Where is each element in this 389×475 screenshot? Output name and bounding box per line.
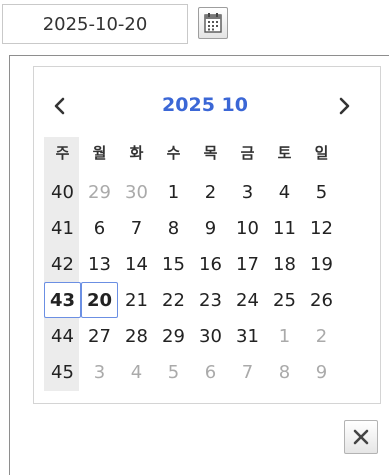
- next-month-button[interactable]: [332, 92, 356, 120]
- week-number: 45: [51, 361, 74, 383]
- week-number: 44: [51, 325, 74, 347]
- day-cell[interactable]: 17: [229, 246, 266, 282]
- week-number: 41: [51, 217, 74, 239]
- day-cell[interactable]: 9: [192, 210, 229, 246]
- chevron-right-icon: [339, 97, 350, 115]
- day-header: 일: [314, 143, 329, 162]
- day-cell[interactable]: 6: [81, 210, 118, 246]
- day-cell[interactable]: 21: [118, 282, 155, 318]
- day-cell[interactable]: 8: [155, 210, 192, 246]
- day-cell[interactable]: 9: [303, 354, 340, 390]
- day-header: 목: [203, 143, 218, 162]
- day-cell[interactable]: 13: [81, 246, 118, 282]
- day-cell[interactable]: 4: [118, 354, 155, 390]
- day-cell[interactable]: 18: [266, 246, 303, 282]
- calendar-icon: [204, 13, 222, 33]
- day-cell[interactable]: 28: [118, 318, 155, 354]
- week-number: 40: [51, 181, 74, 203]
- day-cell[interactable]: 15: [155, 246, 192, 282]
- day-cell[interactable]: 27: [81, 318, 118, 354]
- day-cell[interactable]: 22: [155, 282, 192, 318]
- close-button[interactable]: [344, 420, 378, 454]
- day-cell[interactable]: 1: [155, 174, 192, 210]
- day-cell[interactable]: 5: [155, 354, 192, 390]
- day-header: 수: [166, 143, 181, 162]
- day-cell[interactable]: 25: [266, 282, 303, 318]
- day-header: 금: [240, 143, 255, 162]
- day-cell[interactable]: 11: [266, 210, 303, 246]
- day-cell[interactable]: 5: [303, 174, 340, 210]
- day-cell[interactable]: 30: [118, 174, 155, 210]
- month-title[interactable]: 2025 10: [140, 91, 270, 119]
- day-cell[interactable]: 19: [303, 246, 340, 282]
- day-header: 월: [92, 143, 107, 162]
- day-cell[interactable]: 14: [118, 246, 155, 282]
- day-header: 토: [277, 143, 292, 162]
- day-cell[interactable]: 23: [192, 282, 229, 318]
- day-cell[interactable]: 12: [303, 210, 340, 246]
- calendar-button[interactable]: [198, 7, 228, 39]
- day-cell[interactable]: 4: [266, 174, 303, 210]
- day-cell-selected[interactable]: 20: [81, 282, 118, 318]
- day-cell[interactable]: 7: [118, 210, 155, 246]
- chevron-left-icon: [54, 97, 65, 115]
- week-number: 42: [51, 253, 74, 275]
- day-cell[interactable]: 16: [192, 246, 229, 282]
- day-cell[interactable]: 24: [229, 282, 266, 318]
- day-cell[interactable]: 26: [303, 282, 340, 318]
- day-cell[interactable]: 8: [266, 354, 303, 390]
- day-cell[interactable]: 2: [303, 318, 340, 354]
- day-cell[interactable]: 3: [81, 354, 118, 390]
- week-header: 주: [55, 143, 70, 162]
- day-header: 화: [129, 143, 144, 162]
- close-icon: [353, 429, 369, 445]
- day-cell[interactable]: 29: [155, 318, 192, 354]
- day-cell[interactable]: 2: [192, 174, 229, 210]
- day-cell[interactable]: 29: [81, 174, 118, 210]
- day-cell[interactable]: 6: [192, 354, 229, 390]
- day-cell[interactable]: 10: [229, 210, 266, 246]
- week-number: 43: [44, 282, 81, 318]
- prev-month-button[interactable]: [48, 92, 72, 120]
- day-cell[interactable]: 3: [229, 174, 266, 210]
- day-cell[interactable]: 1: [266, 318, 303, 354]
- day-cell[interactable]: 31: [229, 318, 266, 354]
- day-cell[interactable]: 30: [192, 318, 229, 354]
- day-cell[interactable]: 7: [229, 354, 266, 390]
- date-input[interactable]: [2, 4, 188, 44]
- calendar-grid: 주 월 화 수 목 금 토 일 40 29 30 1 2 3 4 5 41 6 7 8 9 10 11 12 4…: [44, 138, 340, 390]
